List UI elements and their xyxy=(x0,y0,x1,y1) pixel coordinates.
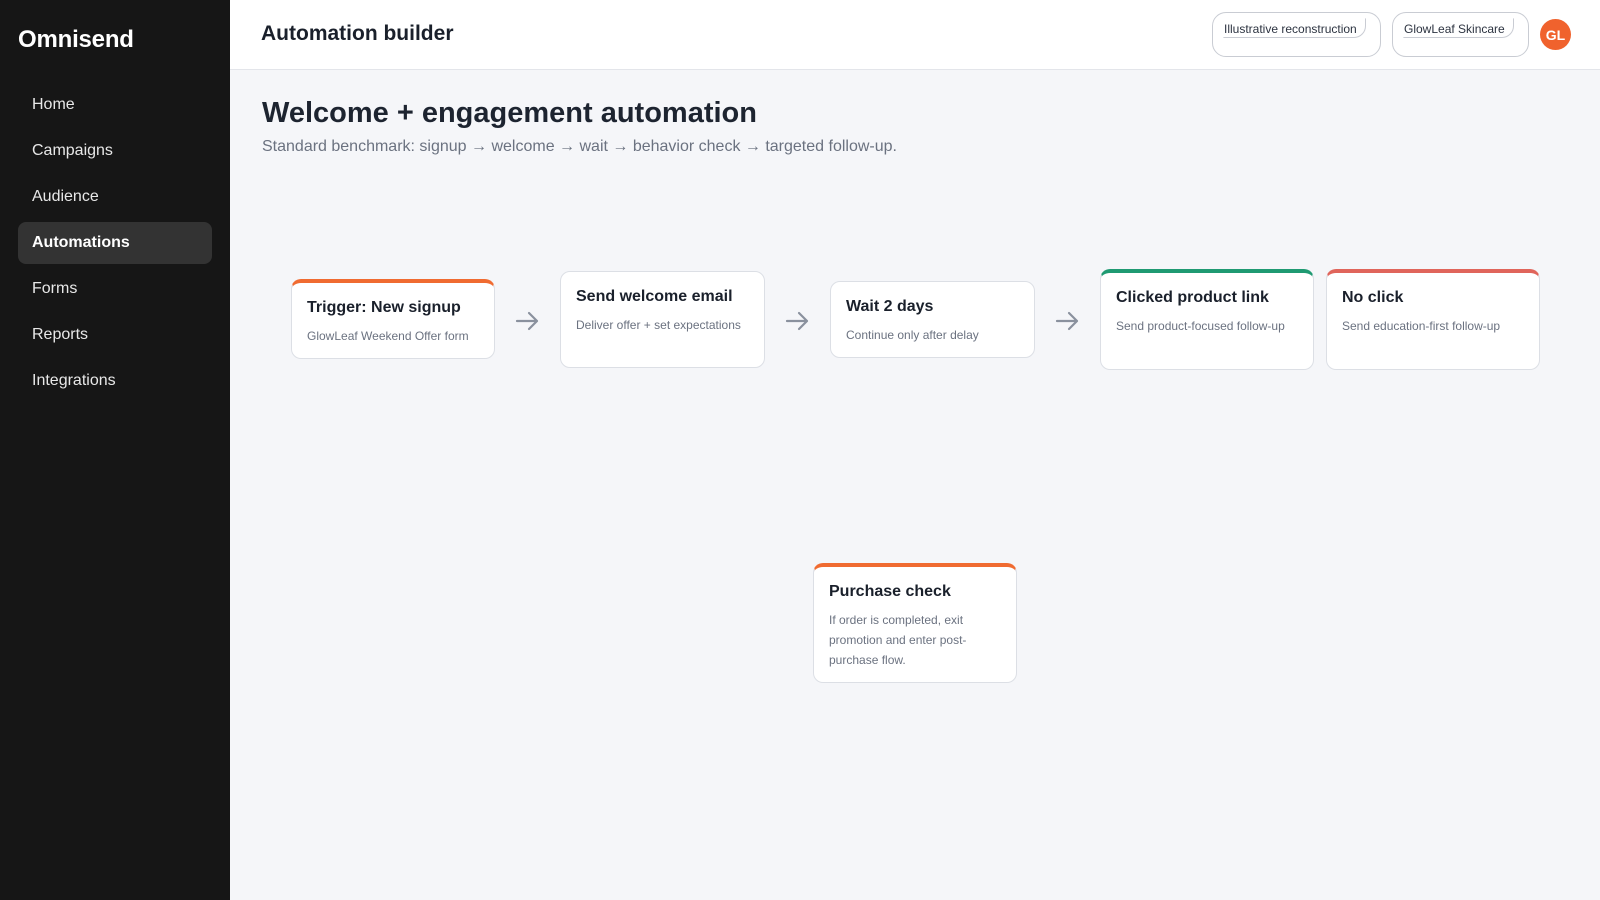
node-welcome-title: Send welcome email xyxy=(576,288,733,305)
arrow-right-icon xyxy=(1055,311,1079,331)
sidebar-item-integrations[interactable]: Integrations xyxy=(18,360,212,402)
node-wait-description: Continue only after delay xyxy=(846,328,979,342)
sidebar-item-automations[interactable]: Automations xyxy=(18,222,212,264)
node-welcome-description: Deliver offer + set expectations xyxy=(576,318,741,332)
page-subtitle: Standard benchmark: signup → welcome → w… xyxy=(262,138,897,155)
node-no-click-title: No click xyxy=(1342,289,1404,306)
node-trigger[interactable]: Trigger: New signup GlowLeaf Weekend Off… xyxy=(291,279,495,359)
store-badge-label: GlowLeaf Skincare xyxy=(1403,18,1514,38)
sidebar-item-forms[interactable]: Forms xyxy=(18,268,212,310)
reconstruction-badge-label: Illustrative reconstruction xyxy=(1223,18,1366,38)
sidebar-item-campaigns[interactable]: Campaigns xyxy=(18,130,212,172)
node-clicked-title: Clicked product link xyxy=(1116,289,1269,306)
node-clicked-description: Send product-focused follow-up xyxy=(1116,319,1285,333)
node-send-welcome-email[interactable]: Send welcome email Deliver offer + set e… xyxy=(560,271,765,368)
sidebar-item-home[interactable]: Home xyxy=(18,84,212,126)
arrow-right-icon xyxy=(515,311,539,331)
node-clicked-product-link[interactable]: Clicked product link Send product-focuse… xyxy=(1100,269,1314,370)
arrow-right-icon xyxy=(785,311,809,331)
node-trigger-description: GlowLeaf Weekend Offer form xyxy=(307,329,469,343)
brand-logo: Omnisend xyxy=(18,26,134,53)
node-purchase-title: Purchase check xyxy=(829,583,951,600)
node-purchase-check[interactable]: Purchase check If order is completed, ex… xyxy=(813,563,1017,683)
node-no-click[interactable]: No click Send education-first follow-up xyxy=(1326,269,1540,370)
sidebar-item-reports[interactable]: Reports xyxy=(18,314,212,356)
page-title: Welcome + engagement automation xyxy=(262,97,757,129)
node-wait[interactable]: Wait 2 days Continue only after delay xyxy=(830,281,1035,358)
store-badge[interactable]: GlowLeaf Skincare xyxy=(1392,12,1529,57)
node-purchase-description: If order is completed, exit promotion an… xyxy=(829,613,967,667)
reconstruction-badge: Illustrative reconstruction xyxy=(1212,12,1381,57)
page-header-title: Automation builder xyxy=(261,22,454,45)
sidebar: Omnisend Home Campaigns Audience Automat… xyxy=(0,0,230,900)
node-no-click-description: Send education-first follow-up xyxy=(1342,319,1501,333)
avatar[interactable]: GL xyxy=(1540,19,1571,50)
node-wait-title: Wait 2 days xyxy=(846,298,934,315)
node-trigger-title: Trigger: New signup xyxy=(307,299,461,316)
topbar: Automation builder Illustrative reconstr… xyxy=(230,0,1600,70)
sidebar-nav: Home Campaigns Audience Automations Form… xyxy=(18,84,212,406)
sidebar-item-audience[interactable]: Audience xyxy=(18,176,212,218)
